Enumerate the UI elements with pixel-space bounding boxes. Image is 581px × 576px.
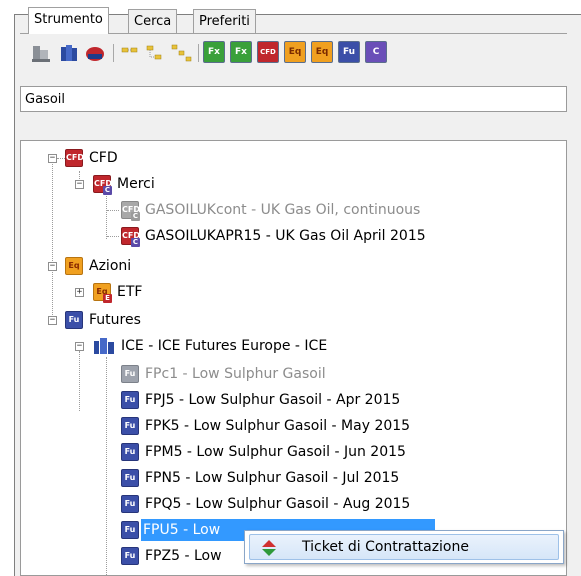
tree-guide (107, 236, 119, 238)
tree-label: FPN5 - Low Sulphur Gasoil - Jul 2015 (145, 470, 400, 486)
tree-label: FPJ5 - Low Sulphur Gasoil - Apr 2015 (145, 392, 401, 408)
tree-node-etf[interactable]: + Eq E ETF (21, 281, 566, 303)
futures-icon: Fu (121, 365, 139, 383)
expand-icon[interactable]: + (75, 288, 84, 297)
tree-node-cfd[interactable]: − CFD CFD (21, 147, 566, 169)
futures-icon: Fu (121, 443, 139, 461)
tree-node-future[interactable]: Fu FPM5 - Low Sulphur Gasoil - Jun 2015 (21, 441, 566, 463)
tab-preferiti[interactable]: Preferiti (193, 9, 256, 33)
tree-label: ETF (117, 284, 143, 300)
fx-c-icon[interactable]: Fx (230, 41, 252, 63)
tree-label: CFD (89, 150, 118, 166)
tree-label: FPZ5 - Low (145, 548, 222, 564)
exchange-building-icon (93, 337, 115, 355)
tree-node-future[interactable]: Fu FPQ5 - Low Sulphur Gasoil - Aug 2015 (21, 493, 566, 515)
tree-node-merci[interactable]: − CFD C Merci (21, 173, 566, 195)
tree-label: Futures (89, 312, 141, 328)
eq-icon[interactable]: Eq (284, 41, 306, 63)
tab-strumento[interactable]: Strumento (28, 7, 109, 34)
tree-node-future[interactable]: Fu FPN5 - Low Sulphur Gasoil - Jul 2015 (21, 467, 566, 489)
futures-icon: Fu (121, 547, 139, 565)
c-icon[interactable]: C (365, 41, 387, 63)
tree-collapse-icon[interactable] (120, 42, 142, 64)
tree-label: GASOILUKAPR15 - UK Gas Oil April 2015 (145, 228, 426, 244)
cfd-commodity-icon: CFD C (93, 175, 112, 195)
futures-icon: Fu (65, 311, 83, 329)
tree-label: Merci (117, 176, 155, 192)
fu-icon[interactable]: Fu (338, 41, 360, 63)
cfd-icon: CFD (65, 149, 84, 167)
stock-icon[interactable] (30, 42, 52, 64)
etf-icon: Eq E (93, 283, 112, 303)
toolbar-separator (198, 44, 199, 62)
tree-label: FPM5 - Low Sulphur Gasoil - Jun 2015 (145, 444, 406, 460)
fx-icon[interactable]: Fx (203, 41, 225, 63)
futures-icon: Fu (121, 417, 139, 435)
collapse-icon[interactable]: − (75, 342, 84, 351)
tree-label: GASOILUKcont - UK Gas Oil, continuous (145, 202, 421, 218)
tab-cerca[interactable]: Cerca (128, 9, 178, 33)
toolbar: Fx Fx CFD Eq Eq Fu C (20, 36, 567, 70)
bull-icon[interactable] (84, 42, 106, 64)
eq-c-icon[interactable]: Eq (311, 41, 333, 63)
cfd-icon[interactable]: CFD (257, 41, 279, 63)
futures-icon: Fu (121, 391, 139, 409)
tree-label: ICE - ICE Futures Europe - ICE (121, 338, 328, 354)
tree-node-future[interactable]: Fu FPc1 - Low Sulphur Gasoil (21, 363, 566, 385)
building-icon[interactable] (58, 42, 80, 64)
tree-node-gasoilukapr15[interactable]: CFD C GASOILUKAPR15 - UK Gas Oil April 2… (21, 225, 566, 247)
menu-item-label: Ticket di Contrattazione (302, 539, 469, 555)
search-input[interactable] (20, 86, 567, 112)
collapse-icon[interactable]: − (75, 180, 84, 189)
instrument-tree: − CFD CFD − CFD C Merci CFD C GASOILUKco… (20, 140, 567, 576)
tree-guide (57, 158, 65, 160)
futures-icon: Fu (121, 469, 139, 487)
tree-guide (107, 210, 119, 212)
futures-icon: Fu (121, 495, 139, 513)
tree-label: Azioni (89, 258, 132, 274)
toolbar-separator (113, 44, 114, 62)
collapse-icon[interactable]: − (48, 262, 57, 271)
context-menu: Ticket di Contrattazione (244, 530, 564, 564)
ticket-arrows-icon (260, 539, 278, 557)
tree-level2-icon[interactable] (171, 42, 193, 64)
tree-label: FPK5 - Low Sulphur Gasoil - May 2015 (145, 418, 411, 434)
tree-node-future[interactable]: Fu FPJ5 - Low Sulphur Gasoil - Apr 2015 (21, 389, 566, 411)
cfd-commodity-icon: CFD C (121, 227, 140, 247)
futures-icon: Fu (121, 521, 139, 539)
tree-label: FPQ5 - Low Sulphur Gasoil - Aug 2015 (145, 496, 411, 512)
equity-icon: Eq (65, 257, 83, 275)
screen-background-left (0, 0, 14, 576)
tree-node-futures[interactable]: − Fu Futures (21, 309, 566, 331)
cfd-commodity-icon: CFD C (121, 201, 140, 221)
tree-node-ice[interactable]: − ICE - ICE Futures Europe - ICE (21, 335, 566, 357)
tree-node-future[interactable]: Fu FPK5 - Low Sulphur Gasoil - May 2015 (21, 415, 566, 437)
collapse-icon[interactable]: − (48, 154, 57, 163)
menu-item-ticket[interactable]: Ticket di Contrattazione (249, 534, 559, 560)
tree-node-gasoilukcont[interactable]: CFD C GASOILUKcont - UK Gas Oil, continu… (21, 199, 566, 221)
collapse-icon[interactable]: − (48, 316, 57, 325)
tree-label: FPc1 - Low Sulphur Gasoil (145, 366, 326, 382)
tree-level1-icon[interactable] (145, 42, 167, 64)
tree-node-azioni[interactable]: − Eq Azioni (21, 255, 566, 277)
